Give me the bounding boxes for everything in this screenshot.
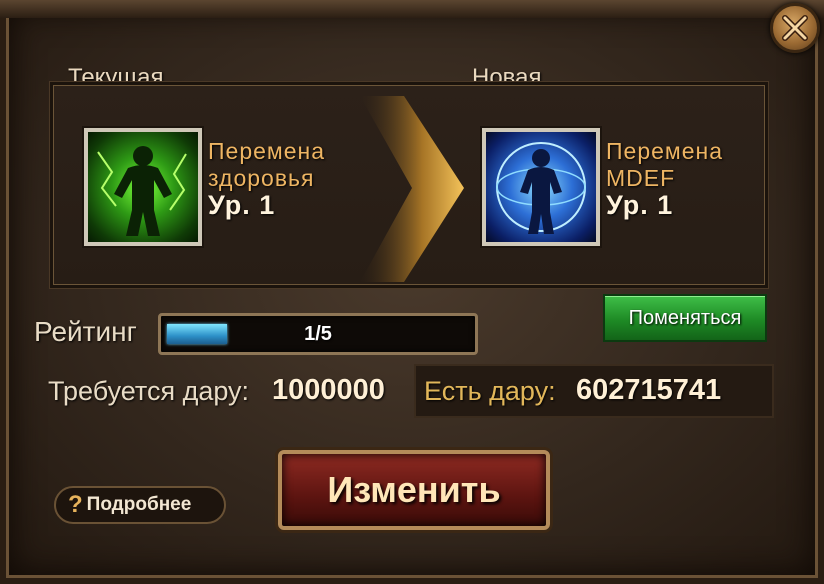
details-button[interactable]: ? Подробнее xyxy=(54,486,226,524)
arrow-right-icon xyxy=(360,96,464,282)
new-skill-name-2: MDEF xyxy=(606,165,676,191)
close-button[interactable] xyxy=(770,3,820,53)
close-icon xyxy=(782,15,808,41)
current-skill-level: Ур. 1 xyxy=(208,190,276,220)
new-skill-name-1: Перемена xyxy=(606,138,724,164)
question-icon: ? xyxy=(68,491,83,518)
rating-progress-bar: 1/5 xyxy=(158,313,478,355)
current-skill-name-2: здоровья xyxy=(208,165,315,191)
skill-mdef-icon[interactable] xyxy=(482,128,600,246)
have-value: 602715741 xyxy=(576,374,722,406)
current-skill-text: Перемена здоровья Ур. 1 xyxy=(208,138,325,219)
dialog-top-edge xyxy=(0,0,824,18)
required-value: 1000000 xyxy=(272,374,385,406)
skill-health-icon[interactable] xyxy=(84,128,202,246)
rating-value: 1/5 xyxy=(304,322,332,345)
figure-orb-icon xyxy=(496,142,586,234)
new-skill-text: Перемена MDEF Ур. 1 xyxy=(606,138,723,219)
current-skill-name-1: Перемена xyxy=(208,138,326,164)
swap-button[interactable]: Поменяться xyxy=(603,294,767,342)
details-label: Подробнее xyxy=(86,494,192,515)
figure-silhouette-icon xyxy=(97,146,187,236)
rating-label: Рейтинг xyxy=(34,316,137,347)
new-skill-level: Ур. 1 xyxy=(606,190,674,220)
required-label: Требуется дару: xyxy=(48,376,250,406)
have-label: Есть дару: xyxy=(424,376,556,406)
change-button[interactable]: Изменить xyxy=(278,450,550,530)
